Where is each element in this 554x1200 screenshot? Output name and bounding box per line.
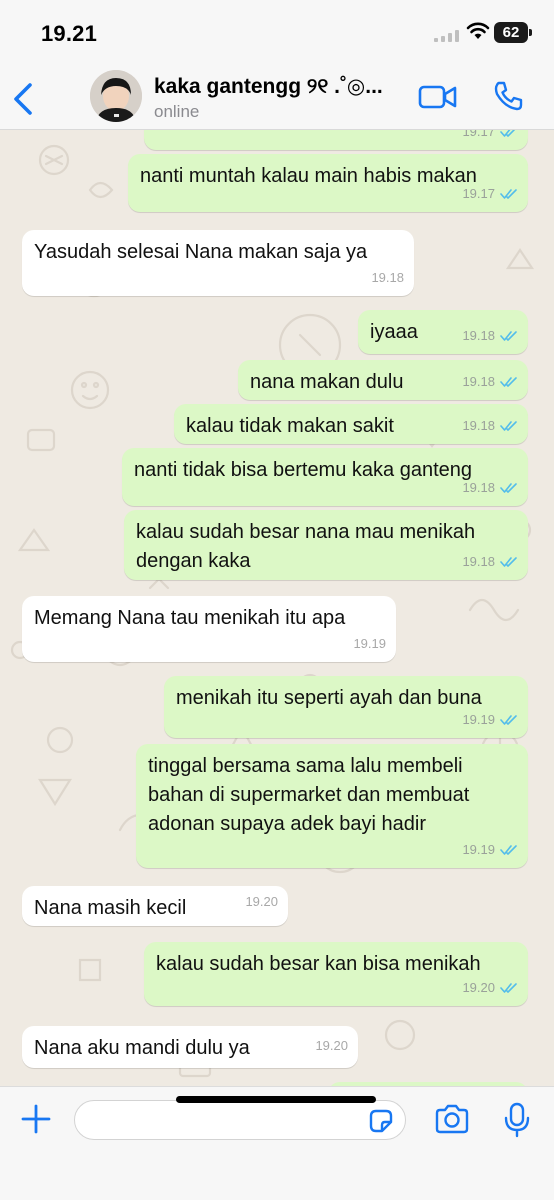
plus-icon[interactable]: [20, 1103, 52, 1140]
message-bubble-outgoing[interactable]: kalau sudah besar kan bisa menikah 19.20: [144, 942, 528, 1006]
read-receipt-icon: [500, 130, 515, 137]
message-time: 19.18: [462, 480, 495, 495]
composer-bar: [0, 1086, 554, 1200]
message-time: 19.20: [315, 1038, 348, 1053]
read-receipt-icon: [500, 556, 517, 567]
message-time: 19.18: [462, 374, 495, 389]
battery-icon: 62: [494, 22, 532, 43]
back-icon[interactable]: [10, 82, 36, 121]
message-bubble-incoming[interactable]: Yasudah selesai Nana makan saja ya 19.18: [22, 230, 414, 296]
message-time: 19.18: [462, 328, 495, 343]
message-text: Nana aku mandi dulu ya: [34, 1037, 250, 1059]
message-time: 19.19: [462, 842, 495, 857]
message-text: tinggal bersama sama lalu membeli bahan …: [148, 755, 470, 835]
home-indicator: [176, 1096, 376, 1103]
cellular-signal-icon: [434, 29, 460, 47]
chat-header: kaka gantengg ୨୧ .˚◎... online: [0, 62, 554, 130]
message-bubble-outgoing[interactable]: nanti muntah kalau main habis makan 19.1…: [128, 154, 528, 212]
message-text: Memang Nana tau menikah itu apa: [34, 607, 346, 629]
video-call-icon[interactable]: [418, 84, 458, 115]
message-time: 19.20: [462, 980, 495, 995]
message-text: nanti tidak bisa bertemu kaka ganteng: [134, 459, 472, 481]
message-text: Yasudah selesai Nana makan saja ya: [34, 241, 368, 263]
message-time: 19.17: [462, 130, 495, 139]
read-receipt-icon: [500, 330, 517, 341]
chat-area[interactable]: 19.17 nanti muntah kalau main habis maka…: [0, 130, 554, 1086]
message-time: 19.17: [462, 186, 495, 201]
status-time: 19.21: [41, 21, 98, 46]
message-bubble-incoming[interactable]: Nana masih kecil 19.20: [22, 886, 288, 926]
message-time: 19.19: [462, 712, 495, 727]
contact-status: online: [154, 102, 200, 121]
message-text: Nana masih kecil: [34, 897, 187, 919]
message-bubble-outgoing[interactable]: kalau tidak makan sakit 19.18: [174, 404, 528, 444]
read-receipt-icon: [500, 844, 517, 855]
message-time: 19.20: [245, 894, 278, 909]
microphone-icon[interactable]: [504, 1102, 530, 1143]
message-time: 19.18: [462, 554, 495, 569]
sticker-icon[interactable]: [368, 1108, 394, 1139]
message-bubble-incoming[interactable]: Nana aku mandi dulu ya 19.20: [22, 1026, 358, 1068]
message-bubble-incoming[interactable]: Memang Nana tau menikah itu apa 19.19: [22, 596, 396, 662]
message-time: 19.18: [371, 270, 404, 285]
message-bubble-outgoing[interactable]: iyaaa 19.18: [358, 310, 528, 354]
read-receipt-icon: [500, 482, 517, 493]
read-receipt-icon: [500, 420, 517, 431]
message-input[interactable]: [74, 1100, 406, 1140]
camera-icon[interactable]: [434, 1104, 470, 1139]
message-text: nanti muntah kalau main habis makan: [140, 165, 477, 187]
message-bubble-outgoing[interactable]: nanti tidak bisa bertemu kaka ganteng 19…: [122, 448, 528, 506]
message-bubble-outgoing[interactable]: nana makan dulu 19.18: [238, 360, 528, 400]
message-text: kalau sudah besar nana mau menikah denga…: [136, 521, 476, 572]
voice-call-icon[interactable]: [492, 80, 524, 117]
message-time: 19.19: [353, 636, 386, 651]
wifi-icon: [466, 22, 490, 45]
read-receipt-icon: [500, 188, 517, 199]
message-bubble-outgoing[interactable]: 19.17: [144, 130, 528, 150]
contact-name[interactable]: kaka gantengg ୨୧ .˚◎...: [154, 74, 408, 99]
read-receipt-icon: [500, 376, 517, 387]
message-bubble-outgoing[interactable]: kalau sudah besar nana mau menikah denga…: [124, 510, 528, 580]
avatar[interactable]: [90, 70, 142, 122]
message-bubble-outgoing[interactable]: tinggal bersama sama lalu membeli bahan …: [136, 744, 528, 868]
message-time: 19.18: [462, 418, 495, 433]
read-receipt-icon: [500, 982, 517, 993]
read-receipt-icon: [500, 714, 517, 725]
status-bar: 19.21 62: [0, 0, 554, 62]
message-bubble-outgoing[interactable]: menikah itu seperti ayah dan buna 19.19: [164, 676, 528, 738]
